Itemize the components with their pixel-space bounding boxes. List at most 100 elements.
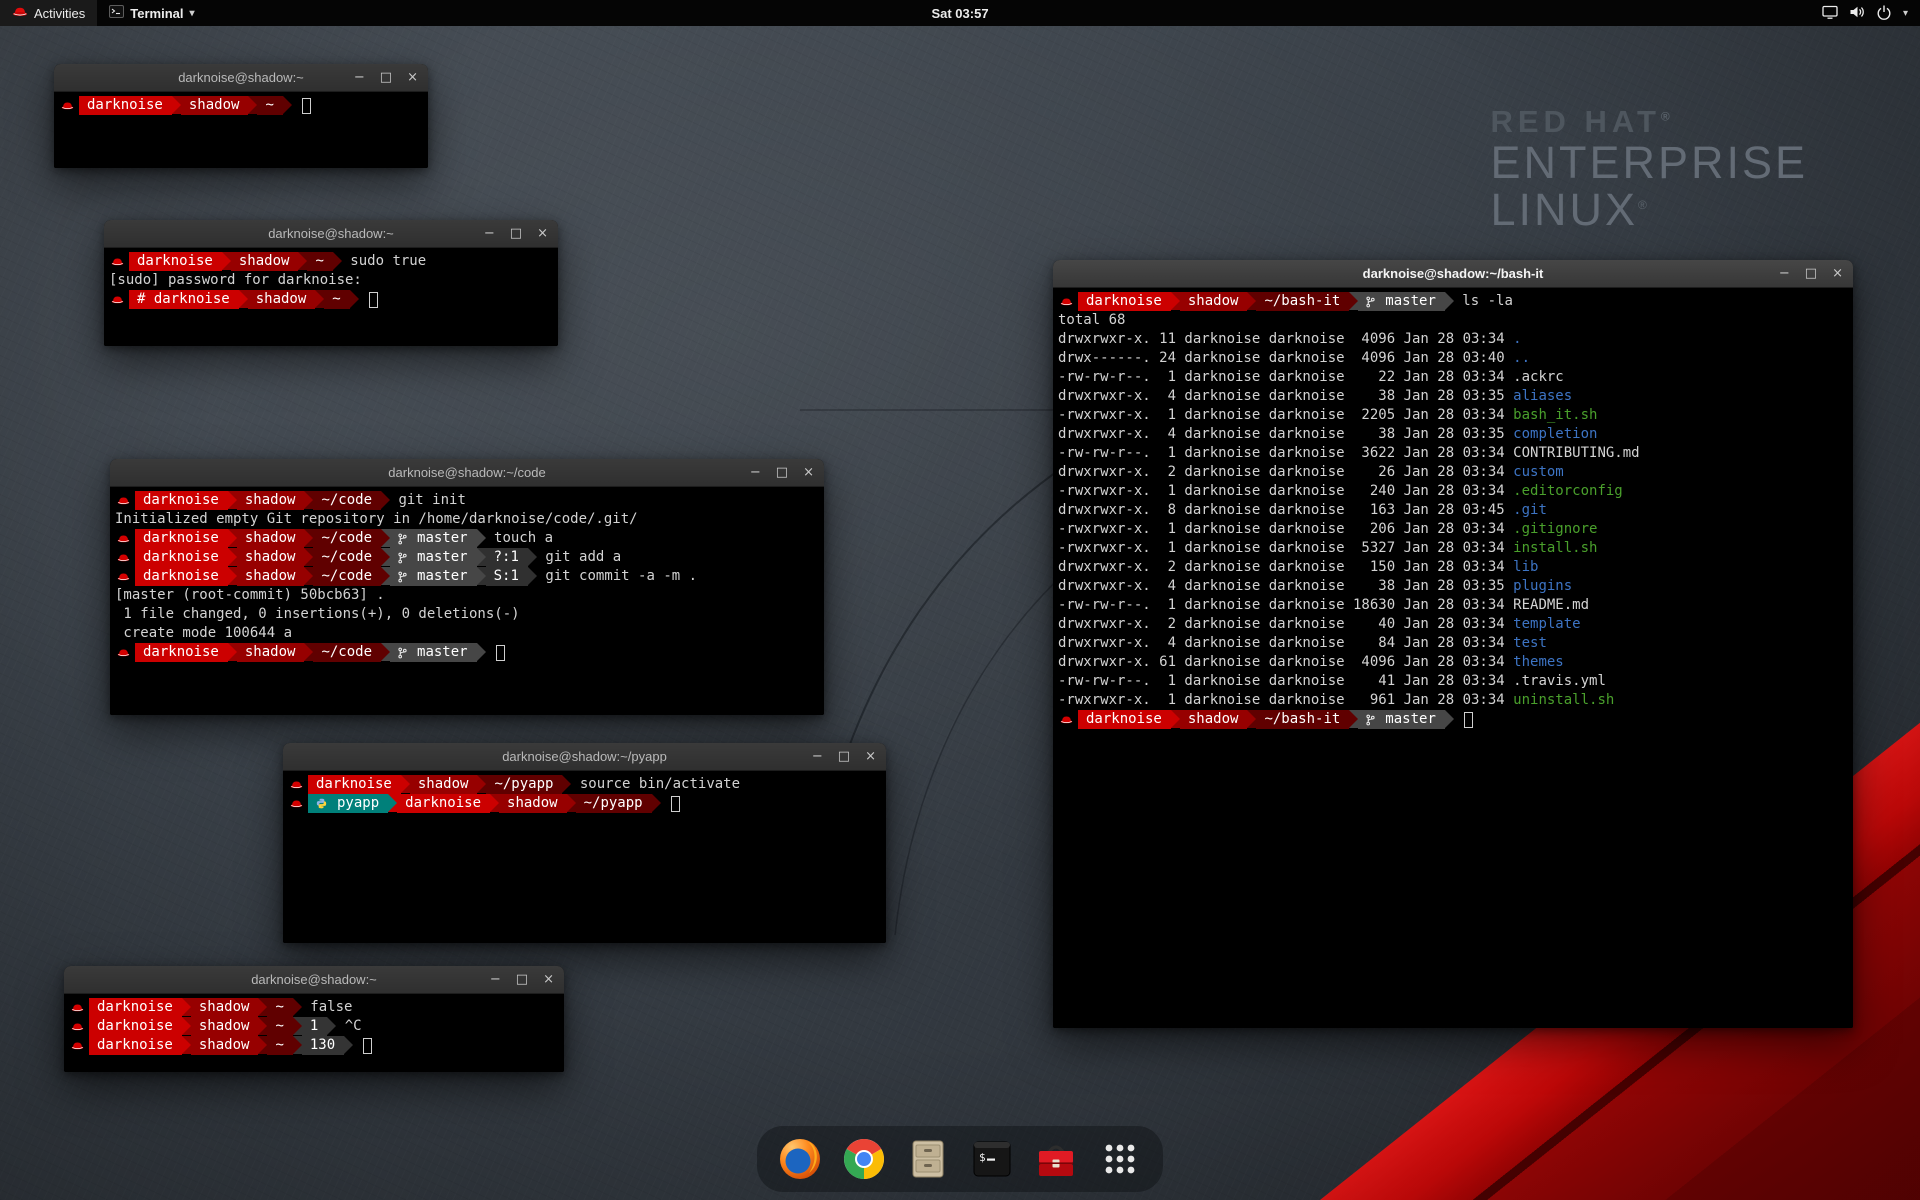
prompt-segment-user: darknoise [397,794,490,813]
powerline-arrow [1247,292,1256,310]
close-button[interactable]: × [865,750,876,763]
minimize-button[interactable]: − [1779,267,1790,280]
terminal-text: -rwxrwxr-x. 1 darknoise darknoise 206 Ja… [1058,520,1513,539]
prompt-segment-host: shadow [237,643,305,662]
powerline-arrow [528,548,537,566]
redhat-prompt-icon [117,643,130,662]
powerline-arrow [222,252,231,270]
prompt-segment-path: ~/bash-it [1256,292,1349,311]
redhat-prompt-icon [117,491,130,510]
terminal-line: darknoiseshadow~/codemaster touch a [115,529,820,548]
powerline-arrow [381,643,390,661]
maximize-button[interactable]: □ [776,466,788,479]
powerline-arrow [248,96,257,114]
terminal-text: -rwxrwxr-x. 1 darknoise darknoise 2205 J… [1058,406,1513,425]
terminal-line: drwx------. 24 darknoise darknoise 4096 … [1058,349,1849,368]
terminal-line: darknoiseshadow~ false [69,998,560,1017]
window-titlebar[interactable]: darknoise@shadow:~/code − □ × [110,459,824,487]
dock-terminal[interactable]: $ [967,1134,1017,1184]
prompt-segment-host: shadow [237,529,305,548]
dock-software-toolbox[interactable] [1031,1134,1081,1184]
file-name: .ackrc [1513,368,1564,387]
powerline-arrow [381,548,390,566]
terminal-content[interactable]: darknoiseshadow~ sudo true[sudo] passwor… [104,248,558,346]
terminal-content[interactable]: darknoiseshadow~ falsedarknoiseshadow~1 … [64,994,564,1072]
prompt-segment-path: ~ [267,1017,292,1036]
dock-files[interactable] [903,1134,953,1184]
maximize-button[interactable]: □ [516,973,528,986]
window-titlebar[interactable]: darknoise@shadow:~/pyapp − □ × [283,743,886,771]
powerline-arrow [388,794,397,812]
redhat-prompt-icon [111,290,124,309]
prompt-segment-git: master [390,567,477,586]
terminal-text: drwxrwxr-x. 2 darknoise darknoise 40 Jan… [1058,615,1513,634]
maximize-button[interactable]: □ [838,750,850,763]
minimize-button[interactable]: − [812,750,823,763]
close-button[interactable]: × [407,71,418,84]
powerline-arrow [567,794,576,812]
terminal-window-code: darknoise@shadow:~/code − □ × darknoises… [110,459,824,715]
prompt-segment-host: shadow [191,1017,259,1036]
prompt-segment-user: darknoise [135,491,228,510]
close-button[interactable]: × [537,227,548,240]
prompt-segment-venv: pyapp [308,794,388,813]
redhat-prompt-icon [61,96,74,115]
minimize-button[interactable]: − [354,71,365,84]
prompt-segment-host: shadow [1180,710,1248,729]
powerline-arrow [381,529,390,547]
terminal-line: darknoiseshadow~130 [69,1036,560,1055]
terminal-text: drwxrwxr-x. 61 darknoise darknoise 4096 … [1058,653,1513,672]
terminal-content[interactable]: darknoiseshadow~/code git initInitialize… [110,487,824,715]
terminal-content[interactable]: darknoiseshadow~/bash-itmaster ls -latot… [1053,288,1853,1028]
powerline-arrow [182,1036,191,1054]
prompt-segment-host: shadow [181,96,249,115]
prompt-segment-user: darknoise [129,252,222,271]
app-menu-terminal[interactable]: Terminal ▾ [97,0,206,26]
powerline-arrow [1171,710,1180,728]
minimize-button[interactable]: − [484,227,495,240]
terminal-line: darknoiseshadow~/codemaster?:1 git add a [115,548,820,567]
terminal-cursor [302,98,311,114]
redhat-prompt-icon [1060,710,1073,729]
dock-chrome[interactable] [839,1134,889,1184]
prompt-segment-user: darknoise [135,643,228,662]
file-name: template [1513,615,1580,634]
dock-app-grid[interactable] [1095,1134,1145,1184]
toolbox-icon [1034,1137,1078,1181]
maximize-button[interactable]: □ [380,71,392,84]
maximize-button[interactable]: □ [510,227,522,240]
close-button[interactable]: × [543,973,554,986]
terminal-text: [master (root-commit) 50bcb63] . [115,586,385,605]
terminal-content[interactable]: darknoiseshadow~ [54,92,428,168]
branch-icon [1366,296,1380,308]
prompt-segment-user: darknoise [89,1017,182,1036]
minimize-button[interactable]: − [490,973,501,986]
prompt-segment-path: ~/code [313,548,381,567]
powerline-arrow [350,290,359,308]
file-name: install.sh [1513,539,1597,558]
close-button[interactable]: × [1832,267,1843,280]
close-button[interactable]: × [803,466,814,479]
file-name: aliases [1513,387,1572,406]
terminal-content[interactable]: darknoiseshadow~/pyapp source bin/activa… [283,771,886,943]
terminal-line: drwxrwxr-x. 2 darknoise darknoise 150 Ja… [1058,558,1849,577]
window-titlebar[interactable]: darknoise@shadow:~ − □ × [64,966,564,994]
window-titlebar[interactable]: darknoise@shadow:~/bash-it − □ × [1053,260,1853,288]
powerline-arrow [381,491,390,509]
powerline-arrow [528,567,537,585]
minimize-button[interactable]: − [750,466,761,479]
activities-button[interactable]: Activities [0,0,97,26]
prompt-segment-host: shadow [1180,292,1248,311]
window-titlebar[interactable]: darknoise@shadow:~ − □ × [54,64,428,92]
clock[interactable]: Sat 03:57 [931,6,988,21]
terminal-text: 1 file changed, 0 insertions(+), 0 delet… [115,605,520,624]
window-titlebar[interactable]: darknoise@shadow:~ − □ × [104,220,558,248]
maximize-button[interactable]: □ [1805,267,1817,280]
prompt-segment-git: master [1358,710,1445,729]
powerline-arrow [477,529,486,547]
powerline-arrow [228,567,237,585]
system-status-area[interactable]: ▾ [1816,0,1914,26]
dock-firefox[interactable] [775,1134,825,1184]
terminal-text: git commit -a -m . [537,567,697,586]
firefox-icon [778,1137,822,1181]
